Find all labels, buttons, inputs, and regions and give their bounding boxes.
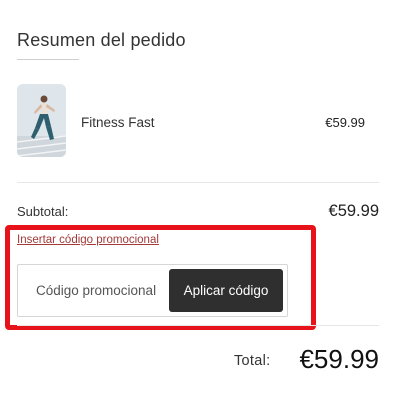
total-label: Total: [234,353,271,369]
divider-bottom [17,325,379,326]
product-photo-icon [17,84,66,157]
summary-title: Resumen del pedido [17,30,186,50]
title-underline [17,59,79,60]
product-image [17,84,66,157]
total-value: €59.99 [299,344,379,374]
subtotal-value: €59.99 [328,202,379,220]
product-name: Fitness Fast [81,115,155,130]
subtotal-label: Subtotal: [17,204,69,219]
divider-top [17,182,379,183]
product-price: €59.99 [325,115,365,130]
highlight-box [5,225,316,330]
